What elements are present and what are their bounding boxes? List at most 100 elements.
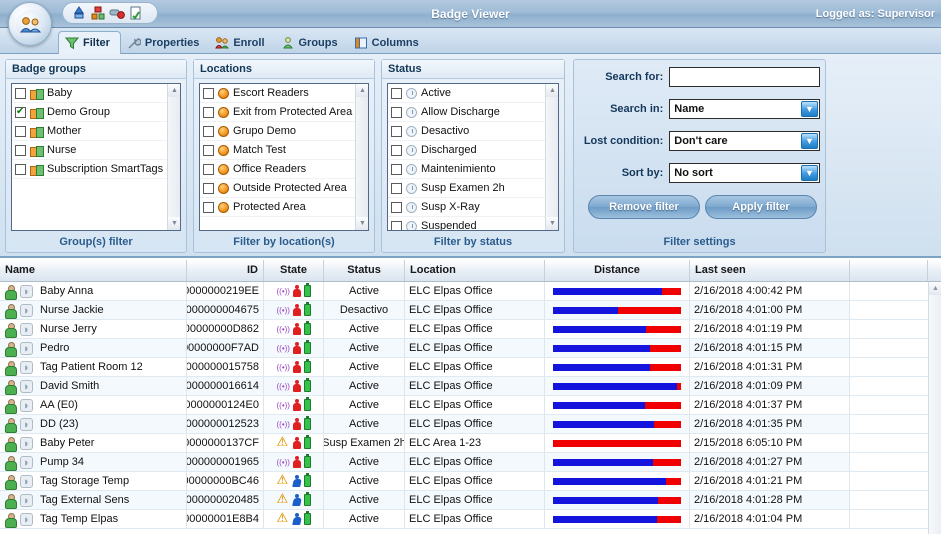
- status-checkbox[interactable]: [391, 201, 402, 213]
- table-row[interactable]: Tag Storage Temp 00000000BC46 ActiveELC El…: [0, 472, 928, 491]
- scroll-up-icon[interactable]: ▲: [356, 84, 368, 97]
- locations-scrollbar[interactable]: ▲ ▼: [355, 84, 368, 230]
- location-checkbox[interactable]: [203, 201, 214, 213]
- badge-group-checkbox[interactable]: [15, 125, 26, 137]
- location-item[interactable]: Grupo Demo: [200, 122, 368, 141]
- table-row[interactable]: David Smith 000000016614 ((•)) ActiveELC El…: [0, 377, 928, 396]
- location-item[interactable]: Protected Area: [200, 198, 368, 217]
- status-checkbox[interactable]: [391, 220, 402, 230]
- location-checkbox[interactable]: [203, 163, 214, 175]
- scroll-up-icon[interactable]: ▲: [168, 84, 180, 97]
- status-checkbox[interactable]: [391, 106, 402, 118]
- status-checkbox[interactable]: [391, 163, 402, 175]
- status-checkbox[interactable]: [391, 87, 402, 99]
- cell-location: ELC Elpas Office: [405, 472, 545, 490]
- chevron-down-icon[interactable]: ▼: [801, 165, 818, 181]
- location-item[interactable]: Outside Protected Area: [200, 179, 368, 198]
- badge-group-item[interactable]: Demo Group: [12, 103, 180, 122]
- distance-bar-red: [650, 363, 681, 371]
- lost-condition-select[interactable]: Don't care ▼: [669, 131, 820, 151]
- table-row[interactable]: AA (E0) 0000000124E0 ((•)) ActiveELC Elpas …: [0, 396, 928, 415]
- cell-state: ((•)): [264, 415, 324, 433]
- badge-group-item[interactable]: Mother: [12, 122, 180, 141]
- scroll-up-icon[interactable]: ▲: [546, 84, 558, 97]
- cell-state: [264, 472, 324, 490]
- status-item[interactable]: Allow Discharge: [388, 103, 558, 122]
- sort-by-select[interactable]: No sort ▼: [669, 163, 820, 183]
- location-checkbox[interactable]: [203, 144, 214, 156]
- chevron-down-icon[interactable]: ▼: [801, 101, 818, 117]
- scroll-up-icon[interactable]: ▲: [929, 282, 941, 295]
- status-checkbox[interactable]: [391, 182, 402, 194]
- table-column-header[interactable]: [850, 260, 928, 281]
- badge-group-checkbox[interactable]: [15, 105, 26, 118]
- status-checkbox[interactable]: [391, 144, 402, 156]
- apply-filter-button[interactable]: Apply filter: [705, 195, 817, 219]
- location-checkbox[interactable]: [203, 106, 214, 118]
- status-item[interactable]: Susp Examen 2h: [388, 179, 558, 198]
- table-column-header[interactable]: Location: [405, 260, 545, 281]
- table-column-header[interactable]: State: [264, 260, 324, 281]
- table-row[interactable]: Tag External Sens 000000020485 ActiveELC E…: [0, 491, 928, 510]
- table-row[interactable]: Baby Anna 0000000219EE ((•)) ActiveELC Elpa…: [0, 282, 928, 301]
- status-item[interactable]: Maintenimiento: [388, 160, 558, 179]
- chevron-down-icon[interactable]: ▼: [801, 133, 818, 149]
- table-row[interactable]: Baby Peter 0000000137CF Susp Examen 2hELC …: [0, 434, 928, 453]
- scroll-down-icon[interactable]: ▼: [546, 217, 558, 230]
- report-icon[interactable]: [128, 5, 144, 21]
- tab-properties[interactable]: Properties: [121, 31, 209, 54]
- table-row[interactable]: Pump 34 000000001965 ((•)) ActiveELC Elpas …: [0, 453, 928, 472]
- badge-group-item[interactable]: Baby: [12, 84, 180, 103]
- export-icon[interactable]: [90, 5, 106, 21]
- remove-filter-button[interactable]: Remove filter: [588, 195, 700, 219]
- tab-filter[interactable]: Filter: [58, 31, 121, 54]
- scroll-down-icon[interactable]: ▼: [168, 217, 180, 230]
- print-icon[interactable]: [71, 5, 87, 21]
- table-row[interactable]: DD (23) 000000012523 ((•)) ActiveELC Elpas …: [0, 415, 928, 434]
- badge-groups-list[interactable]: Baby Demo Group Mother Nurse Subscription Sm…: [11, 83, 181, 231]
- table-row[interactable]: Nurse Jerry 00000000D862 ((•)) ActiveELC El…: [0, 320, 928, 339]
- search-in-select[interactable]: Name ▼: [669, 99, 820, 119]
- location-item[interactable]: Office Readers: [200, 160, 368, 179]
- table-column-header[interactable]: Last seen: [690, 260, 850, 281]
- search-for-input[interactable]: [669, 67, 820, 87]
- badge-group-checkbox[interactable]: [15, 87, 26, 99]
- distance-bar: [553, 401, 681, 409]
- badge-groups-scrollbar[interactable]: ▲ ▼: [167, 84, 180, 230]
- table-row[interactable]: Pedro 00000000F7AD ((•)) ActiveELC Elpas Of…: [0, 339, 928, 358]
- table-column-header[interactable]: Name: [0, 260, 187, 281]
- location-item[interactable]: Exit from Protected Area: [200, 103, 368, 122]
- table-column-header[interactable]: Distance: [545, 260, 690, 281]
- locations-list[interactable]: Escort Readers Exit from Protected Area Gr…: [199, 83, 369, 231]
- status-item[interactable]: Susp X-Ray: [388, 198, 558, 217]
- location-checkbox[interactable]: [203, 125, 214, 137]
- status-item[interactable]: Active: [388, 84, 558, 103]
- tab-enroll[interactable]: Enroll: [209, 31, 274, 54]
- status-list[interactable]: Active Allow Discharge Desactivo Discharged…: [387, 83, 559, 231]
- distance-bar: [553, 382, 681, 390]
- table-column-header[interactable]: ID: [187, 260, 264, 281]
- tab-groups[interactable]: Groups: [275, 31, 348, 54]
- table-row[interactable]: Tag Temp Elpas 00000001E8B4 ActiveELC Elpa…: [0, 510, 928, 529]
- badge-group-checkbox[interactable]: [15, 144, 26, 156]
- badge-group-checkbox[interactable]: [15, 163, 26, 175]
- location-checkbox[interactable]: [203, 182, 214, 194]
- cell-last-seen: 2/16/2018 4:01:09 PM: [690, 377, 850, 395]
- status-item[interactable]: Suspended: [388, 217, 558, 230]
- link-icon[interactable]: [109, 5, 125, 21]
- tab-columns[interactable]: Columns: [348, 31, 429, 54]
- table-scrollbar[interactable]: ▲: [928, 282, 941, 534]
- status-item[interactable]: Desactivo: [388, 122, 558, 141]
- table-column-header[interactable]: Status: [324, 260, 405, 281]
- location-checkbox[interactable]: [203, 87, 214, 99]
- badge-group-item[interactable]: Nurse: [12, 141, 180, 160]
- location-item[interactable]: Match Test: [200, 141, 368, 160]
- scroll-down-icon[interactable]: ▼: [356, 217, 368, 230]
- status-item[interactable]: Discharged: [388, 141, 558, 160]
- badge-group-item[interactable]: Subscription SmartTags: [12, 160, 180, 179]
- table-row[interactable]: Tag Patient Room 12 000000015758 ((•)) Acti…: [0, 358, 928, 377]
- status-checkbox[interactable]: [391, 125, 402, 137]
- table-row[interactable]: Nurse Jackie 000000004675 ((•)) DesactivoEL…: [0, 301, 928, 320]
- location-item[interactable]: Escort Readers: [200, 84, 368, 103]
- status-scrollbar[interactable]: ▲ ▼: [545, 84, 558, 230]
